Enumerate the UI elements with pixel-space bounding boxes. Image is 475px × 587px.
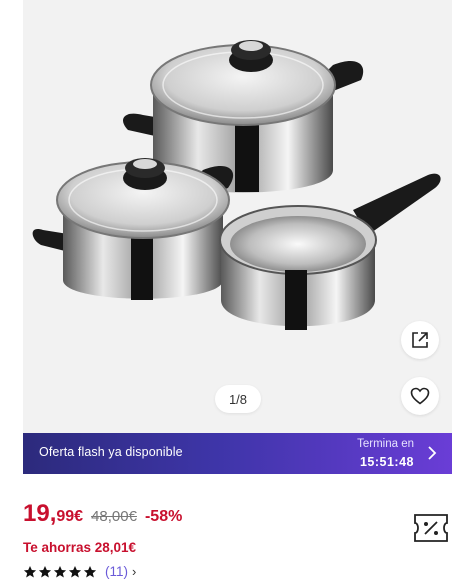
flash-offer-banner[interactable]: Oferta flash ya disponible Termina en 15… [23,433,452,474]
flash-ends-label: Termina en [357,438,414,450]
current-price-decimal: 99€ [56,508,84,525]
star-icon [53,565,67,577]
favorite-button[interactable] [401,377,439,415]
heart-icon [410,387,430,405]
review-count[interactable]: (11) [105,564,128,579]
price-row: 19, 99€ 48,00€ -58% [23,500,182,528]
discount-badge: -58% [144,508,183,525]
chevron-right-icon [428,446,437,460]
product-image-gallery[interactable]: 1/8 [23,0,452,433]
star-rating [23,565,97,579]
image-counter-text: 1/8 [228,391,248,407]
image-counter: 1/8 [215,385,261,413]
original-price: 48,00€ [91,508,137,525]
flash-countdown-timer: 15:51:48 [359,455,414,469]
star-icon [68,565,82,577]
discount-tag-icon[interactable] [412,512,450,544]
product-image [32,40,441,330]
star-icon [38,565,52,577]
savings-text: Te ahorras 28,01€ [23,540,137,555]
rating-row[interactable]: (11) › [23,564,136,579]
star-icon [23,565,37,577]
saucepan [219,173,441,330]
current-price-integer: 19, [23,500,57,527]
flash-offer-text: Oferta flash ya disponible [39,445,183,459]
share-button[interactable] [401,321,439,359]
external-link-icon [412,332,428,348]
reviews-chevron[interactable]: › [132,564,136,579]
small-pot [32,158,234,300]
star-icon [83,565,97,577]
